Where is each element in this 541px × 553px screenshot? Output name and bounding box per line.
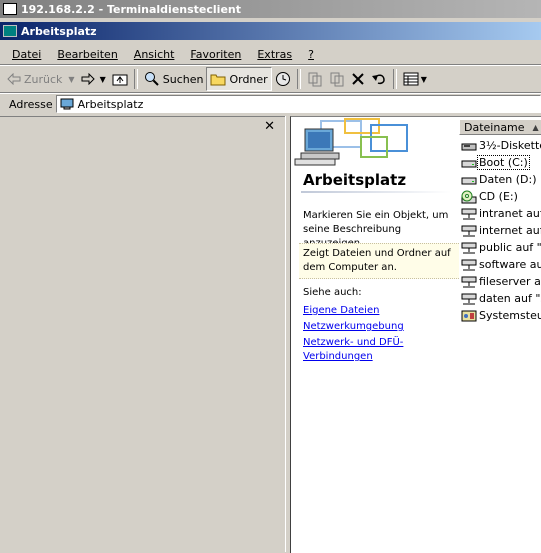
list-item[interactable]: CD (E:) [459, 188, 541, 205]
search-icon [144, 72, 159, 86]
address-value: Arbeitsplatz [77, 97, 144, 111]
back-arrow-icon [7, 73, 21, 85]
menu-help[interactable]: ? [308, 48, 314, 61]
forward-dropdown-icon[interactable]: ▼ [100, 75, 106, 84]
back-button[interactable]: Zurück ▼ [4, 68, 78, 90]
folders-icon [210, 74, 226, 86]
undo-button[interactable] [368, 68, 390, 90]
menu-edit[interactable]: Bearbeiten [57, 48, 117, 61]
network-drive-icon [461, 259, 477, 270]
back-dropdown-icon[interactable]: ▼ [68, 75, 74, 84]
menu-file[interactable]: Datei [12, 48, 41, 61]
list-item[interactable]: Systemsteue [459, 307, 541, 324]
history-button[interactable] [272, 68, 294, 90]
list-item[interactable]: intranet auf ' [459, 205, 541, 222]
link-network-places[interactable]: Netzwerkumgebung [303, 320, 459, 334]
toolbar-separator [392, 69, 397, 89]
list-item[interactable]: 3½-Diskette [459, 137, 541, 154]
list-item[interactable]: Daten (D:) [459, 171, 541, 188]
network-drive-icon [461, 293, 477, 304]
content-pane: Arbeitsplatz Markieren Sie ein Objekt, u… [290, 116, 541, 553]
see-also-links: Eigene Dateien Netzwerkumgebung Netzwerk… [303, 304, 459, 366]
web-view-description: Zeigt Dateien und Ordner auf dem Compute… [299, 243, 459, 279]
rdp-window-icon [3, 3, 17, 15]
cd-drive-icon [461, 190, 477, 203]
list-item[interactable]: daten auf "se [459, 290, 541, 307]
folders-button-label: Ordner [229, 72, 268, 86]
views-button[interactable]: ▼ [400, 68, 430, 90]
item-list: 3½-Diskette Boot (C:) Daten (D:) CD (E:)… [459, 137, 541, 324]
up-folder-button[interactable] [109, 68, 131, 90]
web-view-title: Arbeitsplatz [303, 171, 407, 189]
list-item[interactable]: public auf "se [459, 239, 541, 256]
sort-ascending-icon: ▲ [532, 122, 539, 132]
network-drive-icon [461, 225, 477, 236]
network-drive-icon [461, 242, 477, 253]
address-input[interactable]: Arbeitsplatz [55, 95, 541, 113]
search-button-label: Suchen [162, 72, 204, 86]
undo-icon [371, 74, 385, 85]
drive-icon [461, 160, 477, 167]
title-underline [301, 191, 451, 193]
window-title-bar[interactable]: Arbeitsplatz [0, 22, 541, 40]
views-icon [403, 72, 419, 86]
history-icon [275, 72, 290, 86]
move-to-button[interactable] [304, 68, 326, 90]
control-panel-icon [461, 310, 477, 321]
rdp-title-bar[interactable]: 192.168.2.2 - Terminaldiensteclient [0, 0, 541, 18]
file-list: Dateiname ▲ 3½-Diskette Boot (C:) Daten … [459, 117, 541, 553]
folders-pane: ✕ [0, 116, 285, 553]
network-drive-icon [461, 208, 477, 219]
my-computer-icon [60, 98, 74, 110]
menu-bar: Datei Bearbeiten Ansicht Favoriten Extra… [0, 44, 541, 64]
column-header-label: Dateiname [464, 120, 525, 134]
address-label: Adresse [9, 97, 53, 111]
menu-tools[interactable]: Extras [257, 48, 292, 61]
list-item[interactable]: fileserver auf [459, 273, 541, 290]
copy-to-button[interactable] [326, 68, 348, 90]
see-also-label: Siehe auch: [303, 287, 362, 298]
forward-arrow-icon [81, 73, 95, 85]
move-to-icon [308, 72, 322, 87]
window-title: Arbeitsplatz [21, 24, 97, 38]
list-item[interactable]: software auf [459, 256, 541, 273]
delete-icon [351, 73, 364, 85]
menu-favorites[interactable]: Favoriten [190, 48, 241, 61]
menu-view[interactable]: Ansicht [134, 48, 175, 61]
web-view-panel: Arbeitsplatz Markieren Sie ein Objekt, u… [291, 117, 459, 553]
copy-to-icon [330, 72, 344, 87]
my-computer-icon [3, 25, 17, 37]
floppy-icon [461, 143, 477, 150]
up-folder-icon [112, 74, 128, 86]
delete-button[interactable] [348, 68, 368, 90]
standard-toolbar: Zurück ▼ ▼ Suchen Ordner ▼ [0, 66, 541, 92]
drive-icon [461, 177, 477, 184]
list-item[interactable]: Boot (C:) [459, 154, 541, 171]
list-item[interactable]: internet auf ' [459, 222, 541, 239]
network-drive-icon [461, 276, 477, 287]
rdp-window-title: 192.168.2.2 - Terminaldiensteclient [21, 2, 241, 16]
toolbar-separator [296, 69, 301, 89]
forward-button[interactable]: ▼ [78, 68, 109, 90]
link-network-connections[interactable]: Netzwerk- und DFÜ-Verbindungen [303, 336, 459, 364]
column-header-name[interactable]: Dateiname ▲ [459, 119, 541, 135]
folders-button[interactable]: Ordner [206, 67, 272, 91]
search-button[interactable]: Suchen [141, 68, 207, 90]
views-dropdown-icon[interactable]: ▼ [421, 75, 427, 84]
close-pane-icon[interactable]: ✕ [264, 119, 275, 134]
address-bar: Adresse Arbeitsplatz [0, 94, 541, 114]
back-button-label: Zurück [24, 72, 63, 86]
toolbar-separator [133, 69, 138, 89]
link-my-documents[interactable]: Eigene Dateien [303, 304, 459, 318]
